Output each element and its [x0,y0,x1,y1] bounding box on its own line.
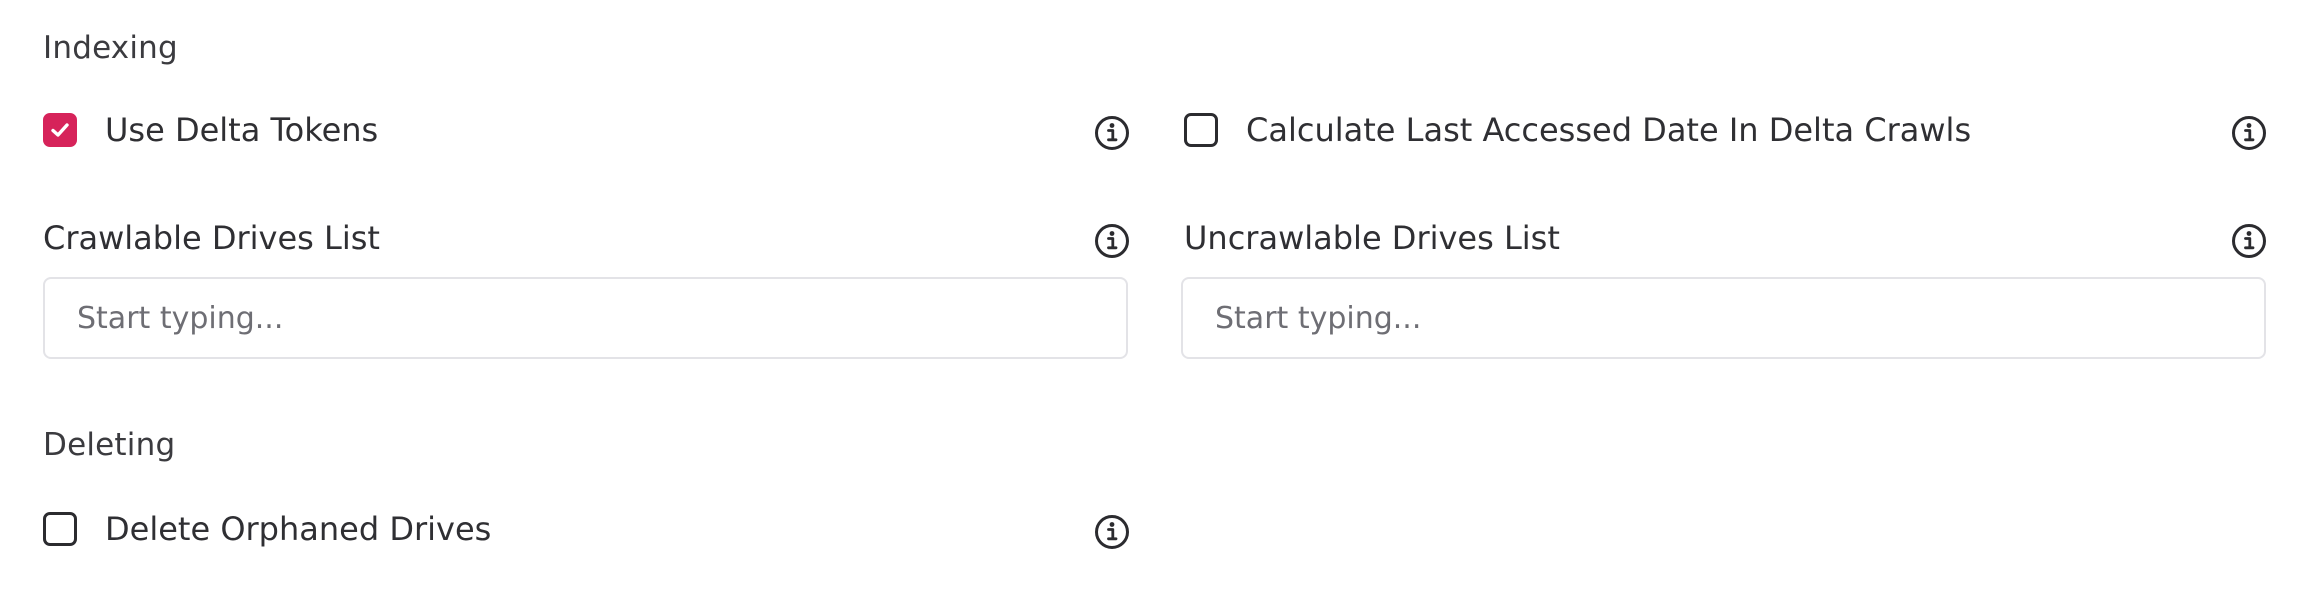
settings-panel: Indexing Use Delta Tokens Calculate Last… [0,0,2304,597]
info-icon[interactable] [1093,513,1131,551]
checkmark-icon [51,123,69,137]
info-icon[interactable] [2230,114,2268,152]
delete-orphaned-drives-option[interactable]: Delete Orphaned Drives [43,510,491,548]
use-delta-tokens-option[interactable]: Use Delta Tokens [43,111,378,149]
info-icon[interactable] [1093,114,1131,152]
info-icon[interactable] [2230,222,2268,260]
use-delta-tokens-label: Use Delta Tokens [105,111,379,149]
info-icon[interactable] [1093,222,1131,260]
crawlable-drives-input[interactable] [43,277,1128,359]
section-title-indexing: Indexing [43,30,178,66]
calculate-last-accessed-checkbox[interactable] [1184,113,1218,147]
uncrawlable-drives-label: Uncrawlable Drives List [1184,219,1560,257]
section-title-deleting: Deleting [43,427,176,463]
uncrawlable-drives-input[interactable] [1181,277,2266,359]
delete-orphaned-drives-checkbox[interactable] [43,512,77,546]
use-delta-tokens-checkbox[interactable] [43,113,77,147]
calculate-last-accessed-label: Calculate Last Accessed Date In Delta Cr… [1246,111,1972,149]
delete-orphaned-drives-label: Delete Orphaned Drives [105,510,492,548]
calculate-last-accessed-option[interactable]: Calculate Last Accessed Date In Delta Cr… [1184,111,1971,149]
crawlable-drives-label: Crawlable Drives List [43,219,380,257]
